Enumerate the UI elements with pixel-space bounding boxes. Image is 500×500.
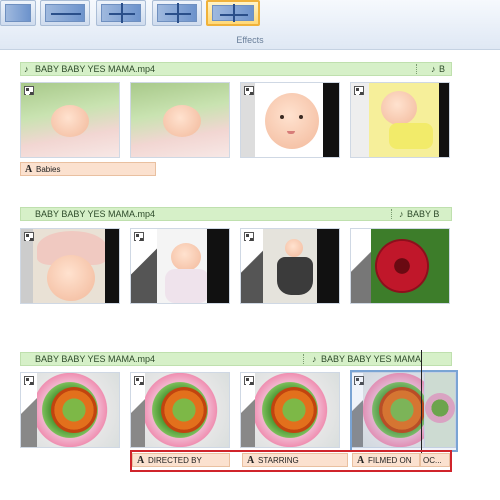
video-thumbnail[interactable] bbox=[240, 228, 340, 304]
baby-face bbox=[171, 243, 201, 271]
video-thumbnail[interactable] bbox=[130, 228, 230, 304]
baby-face bbox=[163, 105, 201, 137]
transition-icon bbox=[354, 86, 364, 95]
effects-section-label: Effects bbox=[236, 35, 264, 45]
effect-button-5-selected[interactable] bbox=[206, 0, 260, 26]
clip-band-row-3[interactable]: BABY BABY YES MAMA.mp4 ♪ BABY BABY YES M… bbox=[20, 352, 452, 366]
baby-face bbox=[51, 105, 89, 137]
video-thumbnail[interactable] bbox=[20, 372, 120, 448]
clip-band-row-1[interactable]: ♪ BABY BABY YES MAMA.mp4 ♪ B bbox=[20, 62, 452, 76]
flower-center bbox=[51, 387, 97, 433]
video-thumbnail[interactable] bbox=[350, 82, 450, 158]
transition-icon bbox=[134, 232, 144, 241]
movie-maker-storyboard: Effects ♪ BABY BABY YES MAMA.mp4 ♪ B A B bbox=[0, 0, 500, 500]
baby-face bbox=[47, 255, 95, 301]
dahlia-flower bbox=[375, 239, 429, 293]
baby-face bbox=[285, 239, 303, 257]
highlight-box bbox=[130, 450, 452, 472]
transition-icon bbox=[24, 376, 34, 385]
video-thumbnail[interactable] bbox=[130, 372, 230, 448]
text-caption-icon: A bbox=[25, 164, 33, 175]
flower-center bbox=[271, 387, 317, 433]
flower-center bbox=[161, 387, 207, 433]
effects-ribbon: Effects bbox=[0, 0, 500, 50]
effect-preview-icon bbox=[5, 4, 31, 22]
clip-band-row-2[interactable]: BABY BABY YES MAMA.mp4 ♪ BABY B bbox=[20, 207, 452, 221]
music-note-icon: ♪ bbox=[312, 354, 317, 364]
transition-icon bbox=[244, 232, 254, 241]
clip-title-short: B bbox=[439, 64, 446, 74]
effect-button-4[interactable] bbox=[152, 0, 202, 26]
selected-clip-frame[interactable] bbox=[350, 370, 458, 452]
transition-icon bbox=[24, 232, 34, 241]
clip-title-short: BABY B bbox=[407, 209, 440, 219]
caption-text: Babies bbox=[36, 165, 61, 174]
effect-button-2[interactable] bbox=[40, 0, 90, 26]
video-thumbnail[interactable] bbox=[240, 372, 340, 448]
clip-title: BABY BABY YES MAMA.mp4 bbox=[35, 209, 156, 219]
transition-icon bbox=[244, 86, 254, 95]
clip-title: BABY BABY YES MAMA.mp4 bbox=[35, 64, 156, 74]
video-thumbnail[interactable] bbox=[130, 82, 230, 158]
video-thumbnail[interactable] bbox=[240, 82, 340, 158]
transition-icon bbox=[244, 376, 254, 385]
baby-face bbox=[265, 93, 319, 149]
caption-bar-babies[interactable]: A Babies bbox=[20, 162, 156, 176]
clip-title: BABY BABY YES MAMA.mp4 bbox=[35, 354, 156, 364]
effect-button-3[interactable] bbox=[96, 0, 146, 26]
transition-icon bbox=[134, 376, 144, 385]
video-thumbnail[interactable] bbox=[20, 82, 120, 158]
music-note-icon: ♪ bbox=[399, 209, 404, 219]
timeline-playhead[interactable] bbox=[421, 350, 422, 458]
music-note-icon: ♪ bbox=[24, 64, 29, 74]
video-thumbnail[interactable] bbox=[20, 228, 120, 304]
video-thumbnail[interactable] bbox=[350, 228, 450, 304]
baby-face bbox=[381, 91, 417, 125]
transition-icon bbox=[24, 86, 34, 95]
music-note-icon: ♪ bbox=[431, 64, 436, 74]
effect-button-1[interactable] bbox=[0, 0, 36, 26]
clip-title-secondary: BABY BABY YES MAMA bbox=[321, 354, 422, 364]
